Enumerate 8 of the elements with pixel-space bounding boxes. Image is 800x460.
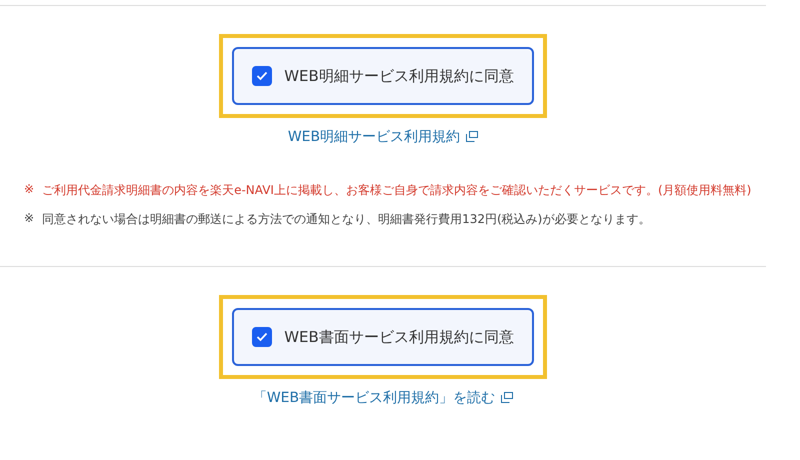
note-mark: ※ [24, 182, 34, 198]
agree-checkbox-button[interactable]: WEB書面サービス利用規約に同意 [232, 308, 534, 366]
note-text: ご利用代金請求明細書の内容を楽天e-NAVI上に掲載し、お客様ご自身で請求内容をご確認いただくサービスです。(月額使用料無料) [42, 182, 752, 199]
terms-link[interactable]: WEB明細サービス利用規約 [288, 128, 478, 146]
note-text: 同意されない場合は明細書の郵送による方法での通知となり、明細書発行費用132円(税込み)が必要となります。 [42, 211, 650, 228]
note-mark: ※ [24, 211, 34, 227]
agree-checkbox-button[interactable]: WEB明細サービス利用規約に同意 [232, 47, 534, 105]
terms-link[interactable]: 「WEB書面サービス利用規約」を読む [252, 389, 514, 407]
